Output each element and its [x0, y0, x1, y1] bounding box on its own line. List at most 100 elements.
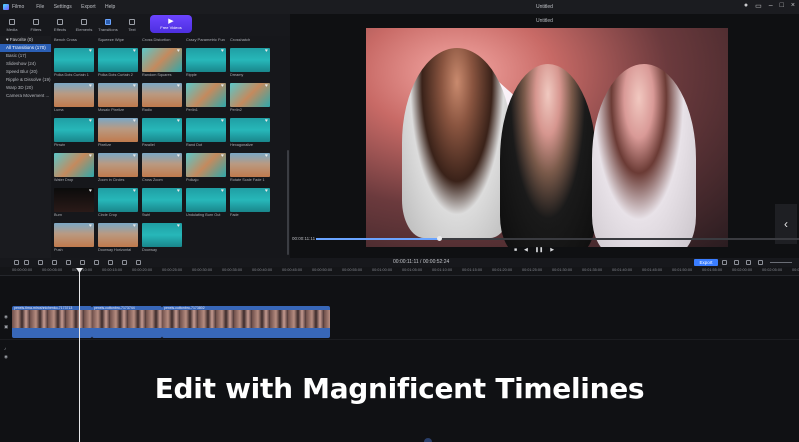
audio-mute-icon[interactable]: ◉ [4, 354, 16, 360]
transition-tile[interactable]: ♥ Cross Zoom [142, 153, 182, 183]
preview-progress[interactable] [316, 238, 799, 240]
tool-elements[interactable]: Elements [72, 14, 96, 36]
account-icon[interactable]: ● [744, 2, 748, 10]
transition-tile[interactable]: ♥ Swirl [142, 188, 182, 218]
favorite-heart-icon[interactable]: ♥ [133, 189, 136, 194]
delete-icon[interactable] [38, 260, 43, 265]
tool-text[interactable]: Text [120, 14, 144, 36]
close-icon[interactable]: × [791, 2, 795, 10]
prev-frame-icon[interactable]: ◀ [524, 247, 528, 253]
preview-scrubber-handle[interactable] [436, 236, 442, 241]
next-frame-icon[interactable]: ▶ [550, 247, 554, 253]
tool-media[interactable]: Media [0, 14, 24, 36]
favorite-heart-icon[interactable]: ♥ [221, 119, 224, 124]
transition-tile[interactable]: ♥ Luma [54, 83, 94, 113]
snapshot-icon[interactable] [722, 260, 727, 265]
playhead-line[interactable] [79, 268, 80, 442]
zoom-out-icon[interactable] [758, 260, 763, 265]
transition-tile[interactable]: ♥ Perlin2 [230, 83, 270, 113]
speed-icon[interactable] [80, 260, 85, 265]
minimize-icon[interactable]: – [769, 2, 773, 10]
sidebar-item-all-transitions[interactable]: All Transitions (170) [0, 44, 51, 52]
favorite-heart-icon[interactable]: ♥ [177, 119, 180, 124]
sidebar-item-ripple-dissolve[interactable]: Ripple & Dissolve (19) [0, 76, 51, 84]
split-icon[interactable] [52, 260, 57, 265]
favorite-heart-icon[interactable]: ♥ [221, 189, 224, 194]
transition-tile[interactable]: ♥ Pinwin [54, 118, 94, 148]
transition-tile[interactable]: ♥ Undulating Burn Out [186, 188, 226, 218]
audio-track-icon[interactable]: ♪ [4, 346, 16, 351]
favorite-heart-icon[interactable]: ♥ [177, 189, 180, 194]
transition-tile[interactable]: ♥ Push [54, 223, 94, 253]
favorite-heart-icon[interactable]: ♥ [265, 84, 268, 89]
sidebar-item-camera-movement[interactable]: Camera Movement ... [0, 92, 51, 100]
favorite-heart-icon[interactable]: ♥ [89, 119, 92, 124]
transition-tile[interactable]: ♥ Fade [230, 188, 270, 218]
freeze-icon[interactable] [108, 260, 113, 265]
sidebar-item-basic[interactable]: Basic (17) [0, 52, 51, 60]
transition-tile[interactable]: ♥ Parallel [142, 118, 182, 148]
crop-icon[interactable] [66, 260, 71, 265]
transition-tile[interactable]: ♥ Random Squares [142, 48, 182, 78]
favorite-heart-icon[interactable]: ♥ [89, 84, 92, 89]
maximize-icon[interactable]: □ [780, 2, 784, 10]
favorite-heart-icon[interactable]: ♥ [265, 119, 268, 124]
sidebar-item-slideshow[interactable]: Slideshow (24) [0, 60, 51, 68]
favorite-heart-icon[interactable]: ♥ [221, 84, 224, 89]
transition-tile[interactable]: ♥ Radio [142, 83, 182, 113]
favorite-heart-icon[interactable]: ♥ [221, 154, 224, 159]
transition-tile[interactable]: ♥ Hexagonalize [230, 118, 270, 148]
favorite-heart-icon[interactable]: ♥ [133, 119, 136, 124]
favorite-heart-icon[interactable]: ♥ [89, 154, 92, 159]
timeline-clip[interactable]: pexels-cottonbro-7173744 [92, 306, 162, 338]
favorite-heart-icon[interactable]: ♥ [177, 224, 180, 229]
transition-tile[interactable]: ♥ Mosaic Pixelize [98, 83, 138, 113]
transition-tile[interactable]: ♥ Rand Dot [186, 118, 226, 148]
zoom-slider[interactable] [770, 262, 792, 263]
fit-icon[interactable] [746, 260, 751, 265]
sidebar-item-speed-blur[interactable]: Speed Blur (20) [0, 68, 51, 76]
timeline-clip[interactable]: pexels-cottonbro-7173802 [162, 306, 330, 338]
transition-tile[interactable]: ♥ Burn [54, 188, 94, 218]
free-videos-button[interactable]: ▶ Free Videos [150, 15, 192, 33]
menu-file[interactable]: File [36, 4, 44, 10]
undo-icon[interactable] [14, 260, 19, 265]
transition-tile[interactable]: ♥ Polkajo [186, 153, 226, 183]
favorite-heart-icon[interactable]: ♥ [133, 154, 136, 159]
favorite-heart-icon[interactable]: ♥ [265, 189, 268, 194]
favorite-heart-icon[interactable]: ♥ [177, 154, 180, 159]
timeline-clip[interactable]: pexels-tima-miroshnichenko-7173713 [12, 306, 92, 338]
tool-transitions[interactable]: Transitions [96, 14, 120, 36]
transition-tile[interactable]: ♥ Perlin1 [186, 83, 226, 113]
stop-icon[interactable]: ■ [514, 247, 517, 253]
favorite-heart-icon[interactable]: ♥ [265, 49, 268, 54]
transition-tile[interactable]: ♥ Water Drop [54, 153, 94, 183]
favorite-heart-icon[interactable]: ♥ [133, 224, 136, 229]
favorite-heart-icon[interactable]: ♥ [265, 154, 268, 159]
transition-tile[interactable]: ♥ Zoom in Circles [98, 153, 138, 183]
transition-tile[interactable]: ♥ Rotate Scale Fade 1 [230, 153, 270, 183]
sidebar-item-favorite[interactable]: ♥ Favorite (0) [0, 36, 51, 44]
favorite-heart-icon[interactable]: ♥ [133, 84, 136, 89]
favorite-heart-icon[interactable]: ♥ [177, 84, 180, 89]
mic-icon[interactable] [94, 260, 99, 265]
transition-tile[interactable]: ♥ Dreamy [230, 48, 270, 78]
transition-tile[interactable]: ♥ Pixelize [98, 118, 138, 148]
color-icon[interactable] [136, 260, 141, 265]
favorite-heart-icon[interactable]: ♥ [89, 49, 92, 54]
sidebar-item-warp-3d[interactable]: Warp 3D (20) [0, 84, 51, 92]
transition-tile[interactable]: ♥ Doorway Horizontal [98, 223, 138, 253]
tool-filters[interactable]: Filters [24, 14, 48, 36]
timeline-ruler[interactable]: 00:00:00:00 00:00:05:00 00:00:10:00 00:00:1… [0, 267, 799, 276]
menu-help[interactable]: Help [105, 4, 115, 10]
favorite-heart-icon[interactable]: ♥ [89, 224, 92, 229]
mail-icon[interactable]: ▭ [755, 2, 762, 10]
export-button[interactable]: Export [694, 259, 718, 266]
grid-scrollbar[interactable] [287, 150, 289, 255]
tool-effects[interactable]: Effects [48, 14, 72, 36]
redo-icon[interactable] [24, 260, 29, 265]
transition-tile[interactable]: ♥ Ripple [186, 48, 226, 78]
transition-tile[interactable]: ♥ Circle Crop [98, 188, 138, 218]
favorite-heart-icon[interactable]: ♥ [177, 49, 180, 54]
favorite-heart-icon[interactable]: ♥ [89, 189, 92, 194]
